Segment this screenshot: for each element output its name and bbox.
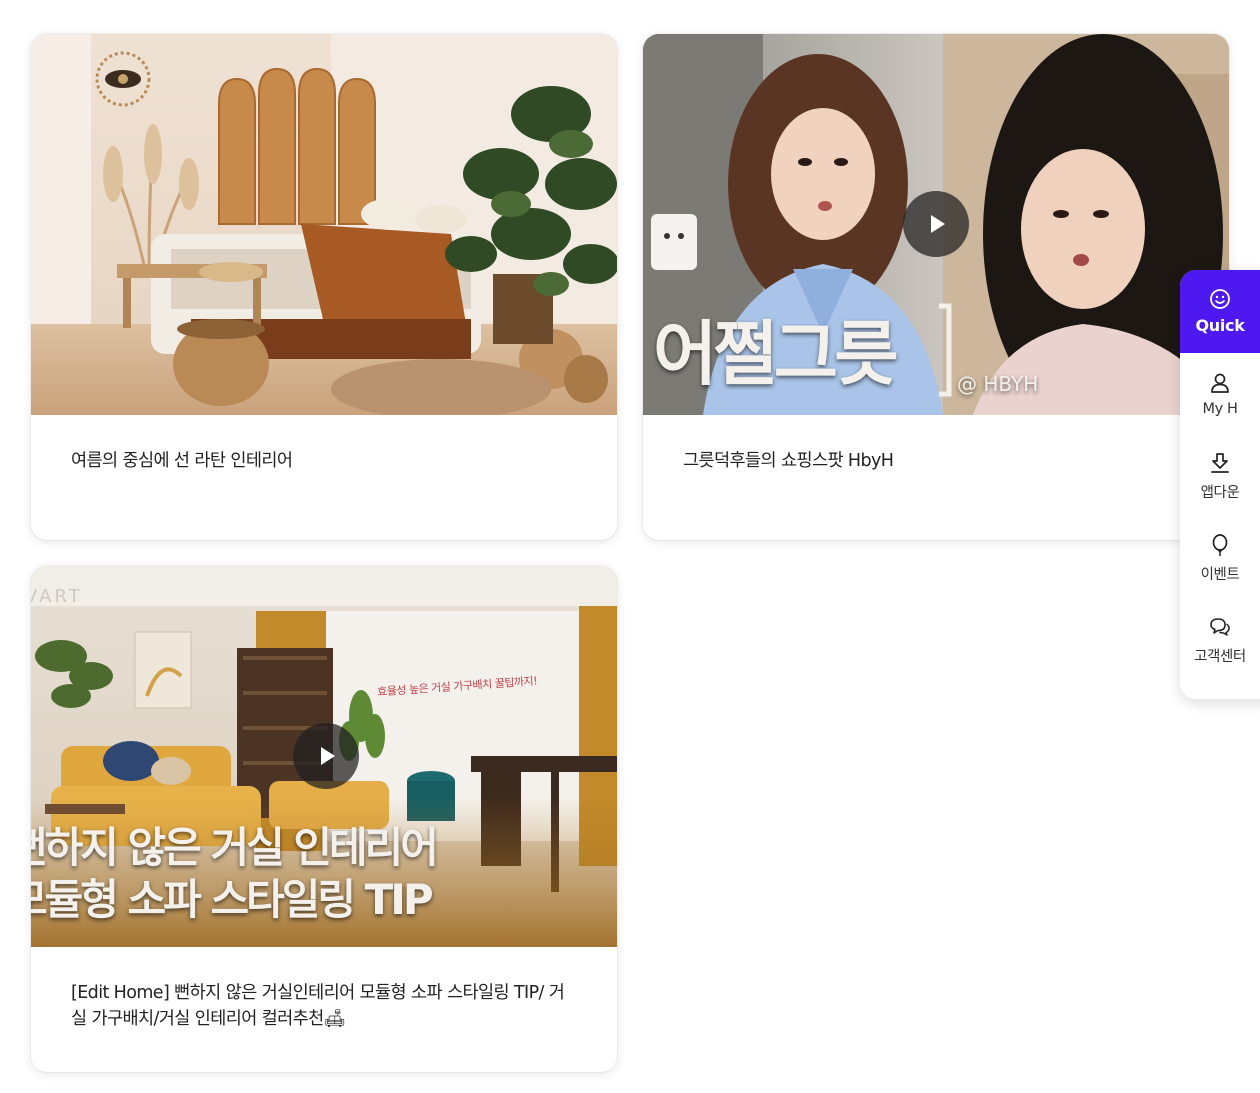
quick-item-event[interactable]: 이벤트 [1180, 517, 1260, 599]
quick-menu-header[interactable]: Quick [1180, 270, 1260, 353]
video-overlay-line-1: 뻔하지 않은 거실 인테리어 [31, 823, 439, 872]
quick-item-label: 이벤트 [1200, 566, 1240, 583]
content-card-rattan-interior[interactable]: 여름의 중심에 선 라탄 인테리어 [31, 34, 617, 540]
card-thumbnail-image[interactable] [31, 34, 617, 415]
chat-bubbles-icon [1210, 617, 1230, 636]
video-overlay-handle: @ HBYH [957, 372, 1039, 396]
quick-item-my-h[interactable]: My H [1180, 353, 1260, 435]
play-icon [931, 215, 945, 233]
download-icon [1211, 452, 1229, 473]
card-title[interactable]: 그릇덕후들의 쇼핑스팟 HbyH [683, 448, 1189, 474]
content-card-grid: 여름의 중심에 선 라탄 인테리어 어쩔그릇 @ HBYH 그릇덕후들의 쇼핑스… [0, 0, 1260, 1093]
video-overlay-line-2: 모듈형 소파 스타일링 TIP [31, 875, 434, 924]
card-title[interactable]: 여름의 중심에 선 라탄 인테리어 [71, 448, 577, 474]
balloon-icon [1212, 533, 1228, 556]
content-card-hbyh-video[interactable]: 어쩔그릇 @ HBYH 그릇덕후들의 쇼핑스팟 HbyH [643, 34, 1229, 540]
video-overlay-headline: 어쩔그릇 [653, 313, 899, 395]
user-icon [1211, 373, 1229, 393]
quick-menu-title: Quick [1195, 316, 1245, 335]
quick-item-customer-center[interactable]: 고객센터 [1180, 599, 1260, 681]
play-button[interactable] [293, 723, 359, 789]
quick-item-label: 앱다운 [1200, 484, 1240, 501]
video-overlay-brand: VART [31, 586, 83, 607]
quick-item-app-download[interactable]: 앱다운 [1180, 435, 1260, 517]
card-video-thumbnail[interactable]: 어쩔그릇 @ HBYH [643, 34, 1229, 415]
card-title[interactable]: [Edit Home] 뻔하지 않은 거실인테리어 모듈형 소파 스타일링 TI… [71, 980, 577, 1032]
content-card-living-room-video[interactable]: VART 효율성 높은 거실 가구배치 꿀팁까지! 뻔하지 않은 거실 인테리어… [31, 566, 617, 1072]
quick-item-label: 고객센터 [1194, 648, 1246, 665]
play-icon [321, 747, 335, 765]
smile-icon [1210, 289, 1230, 309]
quick-item-label: My H [1202, 401, 1238, 417]
card-video-thumbnail[interactable]: VART 효율성 높은 거실 가구배치 꿀팁까지! 뻔하지 않은 거실 인테리어… [31, 566, 617, 947]
play-button[interactable] [903, 191, 969, 257]
quick-menu-panel: Quick My H 앱다운 이벤트 고객센터 [1180, 270, 1260, 699]
